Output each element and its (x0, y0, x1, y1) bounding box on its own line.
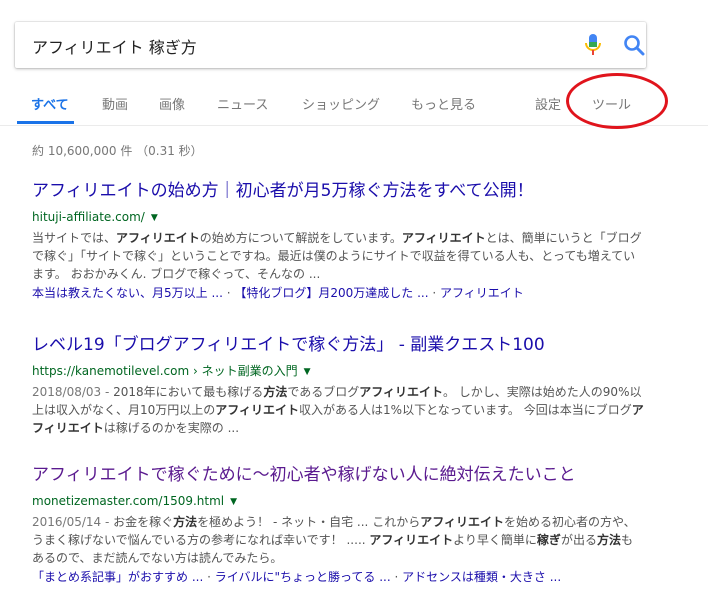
tab-images[interactable]: 画像 (159, 94, 185, 113)
sitelink-separator: · (428, 286, 440, 300)
result-snippet: 2018/08/03 - 2018年において最も稼げる方法であるブログアフィリエ… (32, 383, 644, 437)
result-url-text[interactable]: monetizemaster.com/1509.html (32, 494, 224, 508)
snippet-text: 当サイトでは、 (32, 231, 117, 245)
snippet-keyword: アフィリエイト (116, 231, 200, 245)
snippet-keyword: アフィリエイト (401, 231, 486, 245)
search-input[interactable]: アフィリエイト 稼ぎ方 (32, 34, 197, 58)
search-result: アフィリエイトの始め方｜初心者が月5万稼ぐ方法をすべて公開！ hituji-af… (32, 180, 652, 302)
search-tabs: すべて 動画 画像 ニュース ショッピング もっと見る 設定 ツール (0, 83, 708, 126)
result-url-text[interactable]: https://kanemotilevel.com › ネット副業の入門 (32, 364, 298, 378)
snippet-text: であるブログ (287, 385, 360, 399)
tab-shopping[interactable]: ショッピング (302, 94, 380, 113)
sitelink[interactable]: アフィリエイト (440, 286, 524, 300)
result-url: https://kanemotilevel.com › ネット副業の入門 ▼ (32, 362, 652, 381)
result-stats: 約 10,600,000 件 （0.31 秒） (32, 144, 203, 158)
result-date: 2016/05/14 - (32, 515, 114, 529)
snippet-keyword: 稼ぎ (536, 533, 561, 547)
dropdown-arrow-icon[interactable]: ▼ (304, 363, 311, 381)
search-icon[interactable] (623, 34, 645, 56)
tab-tools[interactable]: ツール (592, 94, 631, 113)
snippet-text: を極めよう！ - ネット・自宅 ... これから (197, 515, 421, 529)
snippet-text: 収入がある人は1%以下となっています。 今回は本当にブログ (299, 403, 632, 417)
result-sitelinks: 本当は教えたくない、月5万以上 ... · 【特化ブログ】月200万達成した .… (32, 284, 652, 302)
result-url: hituji-affiliate.com/ ▼ (32, 208, 652, 227)
snippet-keyword: アフィリエイト (420, 515, 504, 529)
snippet-keyword: アフィリエイト (369, 533, 454, 547)
search-result: レベル19「ブログアフィリエイトで稼ぐ方法」 - 副業クエスト100 https… (32, 334, 652, 437)
sitelink-separator: · (203, 570, 215, 584)
snippet-text: の始め方について解説をしています。 (199, 231, 402, 245)
snippet-keyword: アフィリエイト (215, 403, 300, 417)
sitelink[interactable]: ライバルに"ちょっと勝ってる ... (215, 570, 391, 584)
result-title-link[interactable]: レベル19「ブログアフィリエイトで稼ぐ方法」 - 副業クエスト100 (32, 334, 652, 356)
dropdown-arrow-icon[interactable]: ▼ (230, 493, 237, 511)
tab-settings[interactable]: 設定 (535, 94, 561, 113)
result-date: 2018/08/03 - (32, 385, 114, 399)
snippet-keyword: 方法 (263, 385, 288, 399)
snippet-text: は稼げるのかを実際の ... (103, 421, 240, 435)
tab-videos[interactable]: 動画 (102, 94, 128, 113)
dropdown-arrow-icon[interactable]: ▼ (151, 209, 158, 227)
result-sitelinks: 「まとめ系記事」がおすすめ ... · ライバルに"ちょっと勝ってる ... ·… (32, 568, 652, 586)
sitelink[interactable]: 【特化ブログ】月200万達成した ... (234, 286, 428, 300)
sitelink[interactable]: アドセンスは種類・大きさ ... (402, 570, 561, 584)
sitelink[interactable]: 「まとめ系記事」がおすすめ ... (32, 570, 203, 584)
snippet-text: お金を稼ぐ (113, 515, 174, 529)
tab-all[interactable]: すべて (31, 94, 69, 113)
result-title-link[interactable]: アフィリエイトで稼ぐために～初心者や稼げない人に絶対伝えたいこと (32, 464, 652, 486)
result-snippet: 2016/05/14 - お金を稼ぐ方法を極めよう！ - ネット・自宅 ... … (32, 513, 644, 567)
tab-news[interactable]: ニュース (217, 94, 268, 113)
sitelink-separator: · (222, 286, 235, 300)
search-box[interactable]: アフィリエイト 稼ぎ方 (15, 22, 646, 68)
sitelink-separator: · (390, 570, 403, 584)
search-result: アフィリエイトで稼ぐために～初心者や稼げない人に絶対伝えたいこと monetiz… (32, 464, 652, 586)
result-url-text[interactable]: hituji-affiliate.com/ (32, 210, 145, 224)
active-tab-indicator (17, 121, 74, 124)
snippet-text: より早く簡単に (453, 533, 537, 547)
snippet-text: が出る (560, 533, 597, 547)
result-title-link[interactable]: アフィリエイトの始め方｜初心者が月5万稼ぐ方法をすべて公開！ (32, 180, 652, 202)
snippet-text: 2018年において最も稼げる (113, 385, 264, 399)
result-snippet: 当サイトでは、アフィリエイトの始め方について解説をしています。アフィリエイトとは… (32, 229, 644, 283)
snippet-keyword: 方法 (173, 515, 198, 529)
result-url: monetizemaster.com/1509.html ▼ (32, 492, 652, 511)
snippet-keyword: 方法 (596, 533, 621, 547)
sitelink[interactable]: 本当は教えたくない、月5万以上 ... (32, 286, 223, 300)
microphone-icon[interactable] (584, 33, 602, 57)
snippet-keyword: アフィリエイト (359, 385, 443, 399)
tab-more[interactable]: もっと見る (411, 94, 476, 113)
